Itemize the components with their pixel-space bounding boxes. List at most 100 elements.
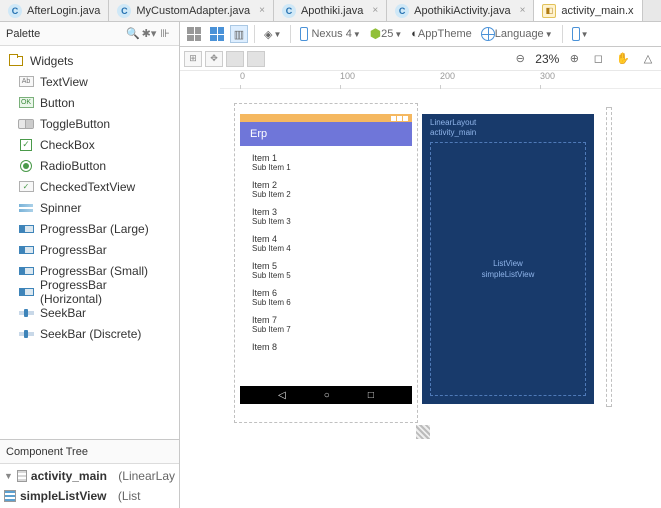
progressbar-icon <box>19 225 34 233</box>
variant-picker[interactable]: ▼ <box>569 25 592 43</box>
device-navbar: ◁ ○ □ <box>240 386 412 404</box>
language-picker[interactable]: Language▼ <box>478 25 556 43</box>
component-tree-title: Component Tree <box>6 446 173 458</box>
progressbar-icon <box>19 246 34 254</box>
zoom-level: 23% <box>535 52 559 66</box>
list-item: Item 5Sub Item 5 <box>240 258 412 285</box>
textview-icon: Ab <box>19 76 34 87</box>
togglebutton-icon <box>18 119 34 129</box>
palette-item-textview[interactable]: AbTextView <box>0 71 179 92</box>
android-icon: ⬢ <box>370 26 381 42</box>
java-class-icon: C <box>8 4 22 18</box>
tree-node-simplelistview[interactable]: simpleListView (List <box>0 486 179 506</box>
editor-tabs: CAfterLogin.java CMyCustomAdapter.java× … <box>0 0 661 22</box>
palette-item-progressbar-horizontal[interactable]: ProgressBar (Horizontal) <box>0 281 179 302</box>
list-item: Item 6Sub Item 6 <box>240 285 412 312</box>
disabled-button <box>247 51 265 67</box>
palette-item-spinner[interactable]: Spinner <box>0 197 179 218</box>
tree-node-activity-main[interactable]: ▼ activity_main (LinearLay <box>0 466 179 486</box>
pan-tool-icon[interactable]: ✋ <box>613 50 633 68</box>
design-canvas[interactable]: Erp Item 1Sub Item 1Item 2Sub Item 2Item… <box>220 89 661 508</box>
theme-picker[interactable]: ◐AppTheme <box>408 25 474 43</box>
java-class-icon: C <box>282 4 296 18</box>
disabled-button <box>226 51 244 67</box>
nav-back-icon: ◁ <box>278 390 286 401</box>
close-icon[interactable]: × <box>520 5 526 16</box>
tab-afterlogin[interactable]: CAfterLogin.java <box>0 0 109 21</box>
zoom-fit-button[interactable]: ◻ <box>589 50 607 68</box>
device-preview[interactable]: Erp Item 1Sub Item 1Item 2Sub Item 2Item… <box>240 114 412 404</box>
checkbox-icon: ✓ <box>20 139 32 151</box>
view-mode-blueprint-icon[interactable] <box>207 25 227 43</box>
palette-item-progressbar-large[interactable]: ProgressBar (Large) <box>0 218 179 239</box>
device-statusbar <box>240 114 412 122</box>
design-subtoolbar: ⊞ ✥ ⊖ 23% ⊕ ◻ ✋ △ <box>180 47 661 71</box>
palette-item-checkbox[interactable]: ✓CheckBox <box>0 134 179 155</box>
seekbar-icon <box>19 332 34 336</box>
palette-header: Palette 🔍 ✱▾ ⊪ <box>0 22 179 46</box>
gear-icon[interactable]: ✱▾ <box>141 26 157 42</box>
tab-activity-main-xml[interactable]: ◧activity_main.x <box>534 0 642 21</box>
blueprint-outer-label: LinearLayoutactivity_main <box>422 114 594 143</box>
tab-mycustomadapter[interactable]: CMyCustomAdapter.java× <box>109 0 274 21</box>
orientation-icon[interactable]: ◈▼ <box>261 25 284 43</box>
list-item: Item 8 <box>240 339 412 357</box>
list-item: Item 7Sub Item 7 <box>240 312 412 339</box>
design-toolbar: ▥ ◈▼ Nexus 4▼ ⬢25▼ ◐AppTheme Language▼ ▼ <box>180 22 661 47</box>
folder-icon <box>9 56 23 66</box>
view-mode-design-icon[interactable] <box>184 25 204 43</box>
java-class-icon: C <box>117 4 131 18</box>
palette-title: Palette <box>6 28 125 40</box>
layout-mode-icon[interactable]: ⊪ <box>157 26 173 42</box>
search-icon[interactable]: 🔍 <box>125 26 141 42</box>
phone-icon <box>300 27 308 41</box>
palette-group-widgets[interactable]: Widgets <box>0 50 179 71</box>
ruler-horizontal: 0 100 200 300 <box>220 71 661 89</box>
java-class-icon: C <box>395 4 409 18</box>
xml-file-icon: ◧ <box>542 4 556 18</box>
pan-mode-button[interactable]: ✥ <box>205 51 223 67</box>
zoom-in-button[interactable]: ⊕ <box>565 50 583 68</box>
palette-item-checkedtextview[interactable]: ✓CheckedTextView <box>0 176 179 197</box>
list-item: Item 4Sub Item 4 <box>240 231 412 258</box>
list-item: Item 1Sub Item 1 <box>240 150 412 177</box>
seekbar-icon <box>19 311 34 315</box>
component-tree: Component Tree ▼ activity_main (LinearLa… <box>0 439 179 508</box>
spinner-icon <box>19 204 33 212</box>
phone-icon <box>572 27 580 41</box>
api-picker[interactable]: ⬢25▼ <box>367 25 406 43</box>
progressbar-icon <box>19 267 34 275</box>
preview-listview: Item 1Sub Item 1Item 2Sub Item 2Item 3Su… <box>240 146 412 386</box>
tab-apothikiactivity[interactable]: CApothikiActivity.java× <box>387 0 534 21</box>
radiobutton-icon <box>20 160 32 172</box>
device-picker[interactable]: Nexus 4▼ <box>297 25 363 43</box>
resize-handle[interactable] <box>416 425 430 439</box>
palette-item-seekbar-discrete[interactable]: SeekBar (Discrete) <box>0 323 179 344</box>
globe-icon <box>481 27 495 41</box>
palette-item-radiobutton[interactable]: RadioButton <box>0 155 179 176</box>
palette-item-togglebutton[interactable]: ToggleButton <box>0 113 179 134</box>
tab-apothiki[interactable]: CApothiki.java× <box>274 0 387 21</box>
design-panel: ▥ ◈▼ Nexus 4▼ ⬢25▼ ◐AppTheme Language▼ ▼… <box>180 22 661 508</box>
notifications-icon[interactable]: △ <box>639 50 657 68</box>
preview-appbar: Erp <box>240 122 412 146</box>
list-item: Item 2Sub Item 2 <box>240 177 412 204</box>
progressbar-icon <box>19 288 34 296</box>
nav-home-icon: ○ <box>324 390 330 401</box>
list-item: Item 3Sub Item 3 <box>240 204 412 231</box>
palette-item-button[interactable]: OKButton <box>0 92 179 113</box>
close-icon[interactable]: × <box>259 5 265 16</box>
expand-icon[interactable]: ▼ <box>4 471 13 481</box>
nav-recent-icon: □ <box>368 390 374 401</box>
checkedtextview-icon: ✓ <box>19 181 34 192</box>
palette-item-progressbar[interactable]: ProgressBar <box>0 239 179 260</box>
view-mode-both-icon[interactable]: ▥ <box>230 25 248 43</box>
blueprint-preview[interactable]: LinearLayoutactivity_main ListView simpl… <box>422 114 594 404</box>
linearlayout-icon <box>17 470 27 482</box>
close-icon[interactable]: × <box>372 5 378 16</box>
button-icon: OK <box>19 97 34 108</box>
listview-icon <box>4 490 16 502</box>
zoom-out-button[interactable]: ⊖ <box>511 50 529 68</box>
left-panel: Palette 🔍 ✱▾ ⊪ Widgets AbTextView OKButt… <box>0 22 180 508</box>
select-mode-button[interactable]: ⊞ <box>184 51 202 67</box>
